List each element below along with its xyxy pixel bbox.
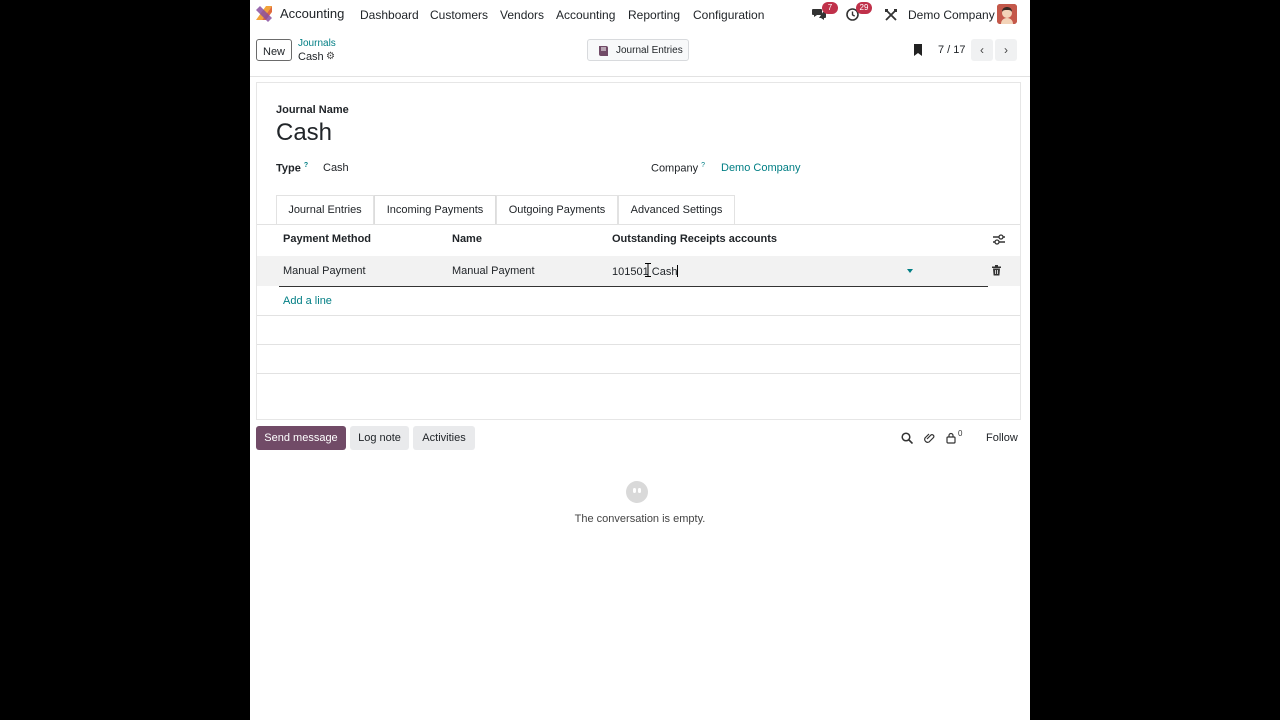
table-row[interactable]: Manual Payment Manual Payment 101501 Cas…: [257, 256, 1020, 286]
optional-columns-icon[interactable]: [993, 234, 1005, 245]
name-cell[interactable]: Manual Payment: [452, 265, 535, 277]
journal-entries-smart-button[interactable]: Journal Entries: [587, 39, 689, 61]
company-label: Company ?: [651, 162, 705, 175]
tab-outgoing-payments[interactable]: Outgoing Payments: [496, 195, 618, 224]
app-window: Accounting Dashboard Customers Vendors A…: [250, 0, 1030, 720]
control-panel: New Journals Cash ⚙ Journal Entries 7 / …: [250, 30, 1030, 77]
type-field[interactable]: Cash: [323, 162, 349, 174]
type-help-icon[interactable]: ?: [304, 162, 308, 169]
col-outstanding-receipts-accounts[interactable]: Outstanding Receipts accounts: [612, 233, 777, 245]
tab-journal-entries[interactable]: Journal Entries: [276, 195, 374, 224]
empty-face-icon: [626, 481, 648, 503]
type-label: Type ?: [276, 162, 308, 175]
journal-name-field[interactable]: Cash: [276, 119, 332, 147]
face-eye-left: [633, 488, 636, 493]
empty-conversation-text: The conversation is empty.: [574, 513, 706, 525]
menu-reporting[interactable]: Reporting: [628, 8, 680, 22]
company-help-icon[interactable]: ?: [701, 162, 705, 169]
breadcrumb-journals[interactable]: Journals: [298, 38, 336, 49]
col-name[interactable]: Name: [452, 233, 482, 245]
messages-button[interactable]: 7: [810, 2, 838, 26]
pager-next-button[interactable]: ›: [995, 39, 1017, 61]
dropdown-caret-icon[interactable]: [907, 269, 913, 273]
tools-icon[interactable]: [885, 9, 897, 21]
add-line-link[interactable]: Add a line: [283, 295, 332, 307]
paperclip-icon[interactable]: [924, 432, 936, 444]
pager-value[interactable]: 7 / 17: [938, 44, 966, 56]
activities-button[interactable]: 29: [846, 2, 874, 26]
avatar-face-icon: [997, 4, 1017, 24]
activities-button-chatter[interactable]: Activities: [413, 426, 475, 450]
company-switcher[interactable]: Demo Company: [908, 8, 995, 22]
company-label-text: Company: [651, 162, 699, 175]
menu-vendors[interactable]: Vendors: [500, 8, 544, 22]
type-label-text: Type: [276, 162, 301, 175]
user-avatar[interactable]: [997, 4, 1017, 24]
table-divider-2: [257, 344, 1020, 345]
tab-incoming-payments[interactable]: Incoming Payments: [374, 195, 496, 224]
table-divider-1: [257, 315, 1020, 316]
app-name[interactable]: Accounting: [280, 6, 344, 21]
chevron-right-icon: ›: [1004, 43, 1008, 57]
menu-accounting[interactable]: Accounting: [556, 8, 615, 22]
tab-advanced-settings[interactable]: Advanced Settings: [618, 195, 735, 224]
tabs-divider: [257, 224, 1020, 225]
col-payment-method[interactable]: Payment Method: [283, 233, 371, 245]
face-eye-right: [638, 488, 641, 493]
followers-icon[interactable]: [945, 432, 957, 444]
send-message-button[interactable]: Send message: [256, 426, 346, 450]
form-sheet: Journal Name Cash Type ? Cash Company ? …: [256, 82, 1021, 420]
accounting-app-icon[interactable]: [256, 6, 272, 22]
log-note-button[interactable]: Log note: [350, 426, 409, 450]
table-divider-3: [257, 373, 1020, 374]
pager-previous-button[interactable]: ‹: [971, 39, 993, 61]
menu-customers[interactable]: Customers: [430, 8, 488, 22]
messages-badge: 7: [822, 2, 838, 14]
menu-dashboard[interactable]: Dashboard: [360, 8, 419, 22]
company-field[interactable]: Demo Company: [721, 162, 800, 174]
book-icon: [599, 46, 608, 56]
trash-icon[interactable]: [992, 265, 1001, 276]
activities-badge: 29: [856, 2, 872, 14]
chevron-left-icon: ‹: [980, 43, 984, 57]
bookmark-icon[interactable]: [913, 44, 923, 56]
gear-icon[interactable]: ⚙: [326, 51, 335, 62]
follow-button[interactable]: Follow: [986, 432, 1018, 444]
new-button[interactable]: New: [256, 39, 292, 61]
journal-name-label: Journal Name: [276, 104, 349, 116]
top-navbar: Accounting Dashboard Customers Vendors A…: [250, 0, 1030, 30]
payment-method-cell[interactable]: Manual Payment: [283, 265, 366, 277]
row-edit-underline: [279, 286, 988, 287]
menu-configuration[interactable]: Configuration: [693, 8, 764, 22]
smart-button-label: Journal Entries: [616, 45, 683, 56]
search-icon[interactable]: [901, 432, 913, 444]
breadcrumb-current: Cash: [298, 51, 324, 63]
text-cursor: [677, 265, 679, 277]
followers-count: 0: [958, 429, 963, 438]
ibeam-cursor-icon: [645, 263, 651, 277]
